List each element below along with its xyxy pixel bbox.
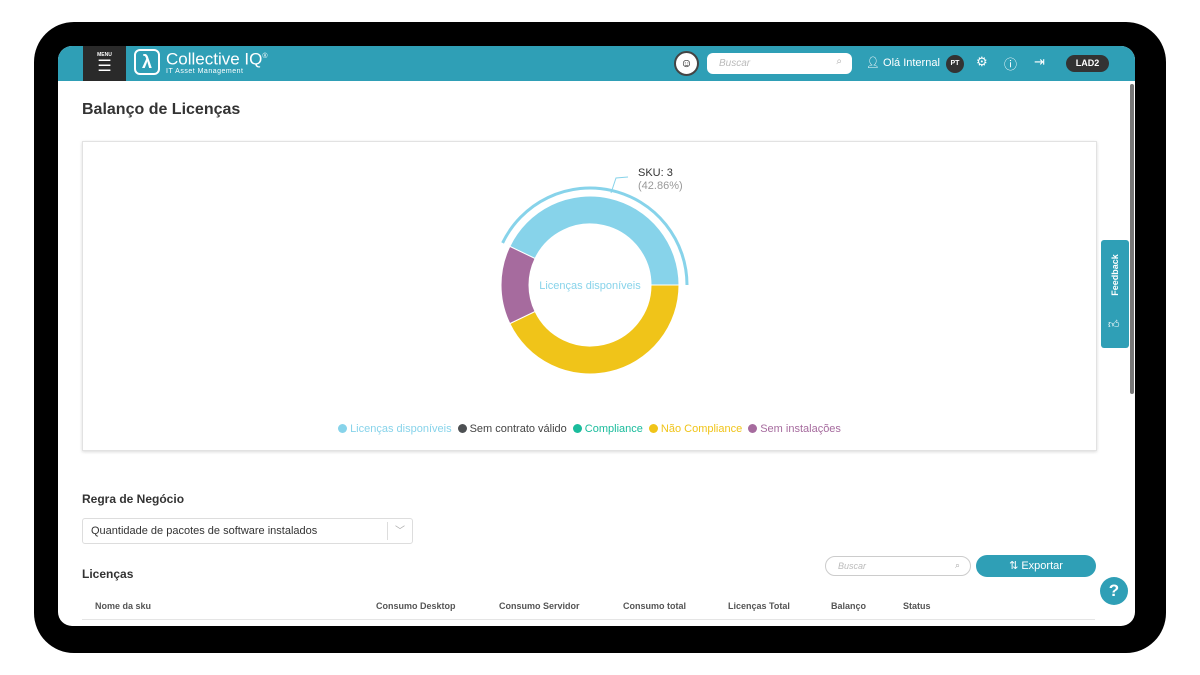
export-label: Exportar (1021, 560, 1063, 572)
column-header-sku[interactable]: Nome da sku (95, 601, 151, 611)
logo-icon: λ (134, 49, 160, 75)
business-rule-select[interactable]: Quantidade de pacotes de software instal… (82, 518, 413, 544)
tooltip-label: SKU: 3 (638, 167, 673, 179)
column-header-desktop[interactable]: Consumo Desktop (376, 601, 456, 611)
column-header-server[interactable]: Consumo Servidor (499, 601, 580, 611)
licenses-label: Licenças (82, 567, 134, 581)
page-title: Balanço de Licenças (82, 101, 241, 118)
top-header: MENU ☰ λ Collective IQ® IT Asset Managemen… (58, 46, 1135, 81)
licenses-search-input[interactable]: Buscar ⌕ (825, 556, 971, 576)
feedback-label: Feedback (1110, 254, 1120, 296)
export-icon: ⇅ (1009, 560, 1019, 572)
logo-title: Collective IQ (166, 49, 263, 69)
donut-chart: Licenças disponíveis SKU: 3 (42.86%) (500, 167, 689, 375)
header-search-input[interactable]: Buscar ⌕ (707, 53, 852, 74)
app-screen: MENU ☰ λ Collective IQ® IT Asset Managemen… (58, 46, 1135, 626)
legend-dot (572, 424, 582, 433)
donut-slice-3[interactable] (509, 284, 680, 375)
export-button[interactable]: ⇅ Exportar (976, 555, 1096, 577)
avatar[interactable]: ☺ (674, 51, 699, 76)
gear-icon[interactable]: ⚙ (976, 54, 988, 70)
language-button[interactable]: PT (946, 55, 964, 73)
search-icon: ⌕ (954, 560, 960, 570)
column-header-total-licenses[interactable]: Licenças Total (728, 601, 790, 611)
legend-item[interactable]: Sem contrato válido (457, 423, 567, 435)
column-header-balance[interactable]: Balanço (831, 601, 866, 611)
legend-dot (648, 424, 658, 433)
legend-label: Compliance (584, 423, 643, 435)
logout-icon[interactable]: ⇥ (1034, 54, 1045, 70)
user-menu[interactable]: 👤︎ Olá Internal (866, 56, 940, 69)
column-header-total-consumption[interactable]: Consumo total (623, 601, 686, 611)
donut-slice-4[interactable] (500, 245, 536, 325)
menu-button[interactable]: MENU ☰ (83, 46, 126, 81)
search-placeholder: Buscar (719, 58, 751, 69)
business-rule-label: Regra de Negócio (82, 492, 185, 506)
chart-legend: Licenças disponíveis Sem contrato válido C… (83, 423, 1096, 435)
chevron-down-icon: ﹀ (387, 522, 412, 540)
legend-label: Licenças disponíveis (350, 423, 452, 435)
business-rule-value: Quantidade de pacotes de software instal… (91, 525, 318, 537)
search-placeholder: Buscar (838, 561, 867, 571)
legend-item[interactable]: Sem instalações (748, 423, 841, 435)
help-button[interactable]: ? (1100, 577, 1128, 605)
legend-item[interactable]: Compliance (572, 423, 643, 435)
greeting: Olá Internal (883, 57, 940, 69)
legend-dot (338, 424, 348, 433)
scrollbar[interactable] (1130, 84, 1134, 394)
legend-dot (748, 424, 758, 433)
logo-reg: ® (262, 53, 268, 61)
donut-slice-0[interactable] (509, 195, 680, 286)
donut-center-label: Licenças disponíveis (539, 280, 641, 292)
logo[interactable]: λ Collective IQ® IT Asset Management (134, 49, 268, 75)
column-header-status[interactable]: Status (903, 601, 931, 611)
thumbs-icon: 👍︎ (1108, 319, 1120, 331)
logo-subtitle: IT Asset Management (166, 67, 244, 75)
chart-card: Licenças disponíveis SKU: 3 (42.86%) Lic… (82, 141, 1097, 451)
info-icon[interactable]: ⓘ (1004, 54, 1017, 73)
hamburger-icon: ☰ (97, 58, 112, 75)
legend-label: Não Compliance (660, 423, 743, 435)
legend-item[interactable]: Licenças disponíveis (338, 423, 452, 435)
feedback-tab[interactable]: Feedback 👍︎ (1101, 240, 1129, 348)
legend-dot (457, 424, 467, 433)
tenant-badge[interactable]: LAD2 (1066, 55, 1109, 72)
table-divider (82, 619, 1095, 620)
user-icon: 👤︎ (866, 57, 880, 69)
search-icon: ⌕ (836, 56, 842, 67)
tooltip-percent: (42.86%) (638, 180, 683, 192)
legend-label: Sem contrato válido (469, 423, 567, 435)
legend-label: Sem instalações (760, 423, 841, 435)
legend-item[interactable]: Não Compliance (648, 423, 743, 435)
